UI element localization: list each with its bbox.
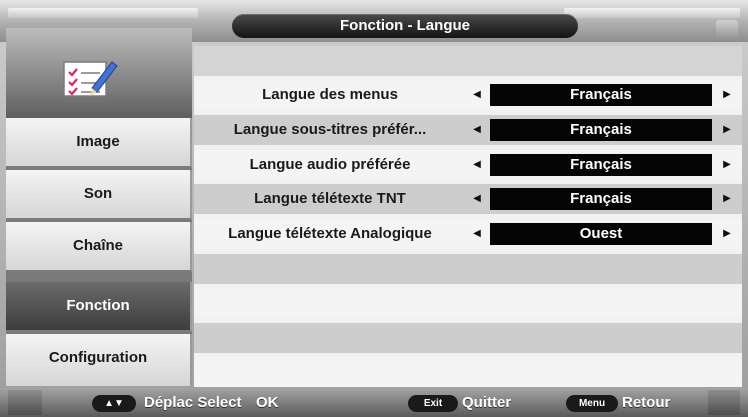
- title-strip-left: [8, 8, 198, 18]
- setting-label: Langue sous-titres préfér...: [233, 121, 427, 138]
- setting-row-subtitle-language[interactable]: Langue sous-titres préfér... ◀ Français …: [194, 115, 742, 145]
- tab-fonction[interactable]: Fonction: [6, 282, 192, 332]
- settings-list: Langue des menus ◀ Français ▶ Langue sou…: [194, 46, 742, 387]
- list-spacer: [194, 46, 742, 76]
- title-strip-right: [564, 8, 740, 18]
- setting-value[interactable]: Français: [490, 84, 712, 106]
- arrow-left-icon[interactable]: ◀: [470, 184, 484, 214]
- sidebar: Image Son Chaîne Fonction Configuration: [6, 28, 192, 386]
- tv-menu-frame: Fonction - Langue Image Son Chaîne Fonct…: [0, 0, 748, 417]
- empty-row: [194, 254, 742, 284]
- tab-son[interactable]: Son: [6, 170, 192, 220]
- setting-value[interactable]: Ouest: [490, 223, 712, 245]
- tab-configuration[interactable]: Configuration: [6, 334, 192, 386]
- title-end-cap: [716, 20, 738, 42]
- empty-row: [194, 323, 742, 353]
- arrow-right-icon[interactable]: ▶: [720, 219, 734, 249]
- ok-hint: OK: [256, 394, 279, 411]
- setting-row-audio-language[interactable]: Langue audio préférée ◀ Français ▶: [194, 150, 742, 180]
- setting-label: Langue télétexte TNT: [254, 190, 406, 207]
- arrow-right-icon[interactable]: ▶: [720, 184, 734, 214]
- setting-row-menu-language[interactable]: Langue des menus ◀ Français ▶: [194, 80, 742, 110]
- setting-label: Langue des menus: [262, 86, 398, 103]
- arrow-right-icon[interactable]: ▶: [720, 80, 734, 110]
- setting-label: Langue audio préférée: [249, 156, 411, 173]
- setting-row-teletext-tnt[interactable]: Langue télétexte TNT ◀ Français ▶: [194, 184, 742, 214]
- exit-hint: Quitter: [462, 394, 512, 411]
- setting-value[interactable]: Français: [490, 188, 712, 210]
- arrow-right-icon[interactable]: ▶: [720, 150, 734, 180]
- navigate-hint: Déplac Select: [144, 394, 242, 411]
- menu-hint: Retour: [622, 394, 671, 411]
- empty-row: [194, 357, 742, 387]
- empty-row: [194, 288, 742, 318]
- arrow-left-icon[interactable]: ◀: [470, 150, 484, 180]
- arrow-left-icon[interactable]: ◀: [470, 80, 484, 110]
- setting-label: Langue télétexte Analogique: [228, 225, 432, 242]
- arrow-left-icon[interactable]: ◀: [470, 219, 484, 249]
- footer-end-right: [708, 390, 740, 415]
- tab-image[interactable]: Image: [6, 118, 192, 168]
- setting-value[interactable]: Français: [490, 119, 712, 141]
- tab-chaine[interactable]: Chaîne: [6, 222, 192, 272]
- arrow-left-icon[interactable]: ◀: [470, 115, 484, 145]
- up-down-key-icon: ▲▼: [92, 395, 136, 412]
- menu-key-icon: Menu: [566, 395, 618, 412]
- page-title: Fonction - Langue: [232, 14, 578, 38]
- exit-key-icon: Exit: [408, 395, 458, 412]
- setting-row-teletext-analog[interactable]: Langue télétexte Analogique ◀ Ouest ▶: [194, 219, 742, 249]
- setting-value[interactable]: Français: [490, 154, 712, 176]
- arrow-right-icon[interactable]: ▶: [720, 115, 734, 145]
- checklist-pencil-icon: [63, 61, 118, 97]
- category-icon-panel: [6, 28, 192, 118]
- footer-hint-bar: ▲▼ Déplac Select OK Exit Quitter Menu Re…: [0, 388, 748, 417]
- footer-end-left: [8, 390, 42, 415]
